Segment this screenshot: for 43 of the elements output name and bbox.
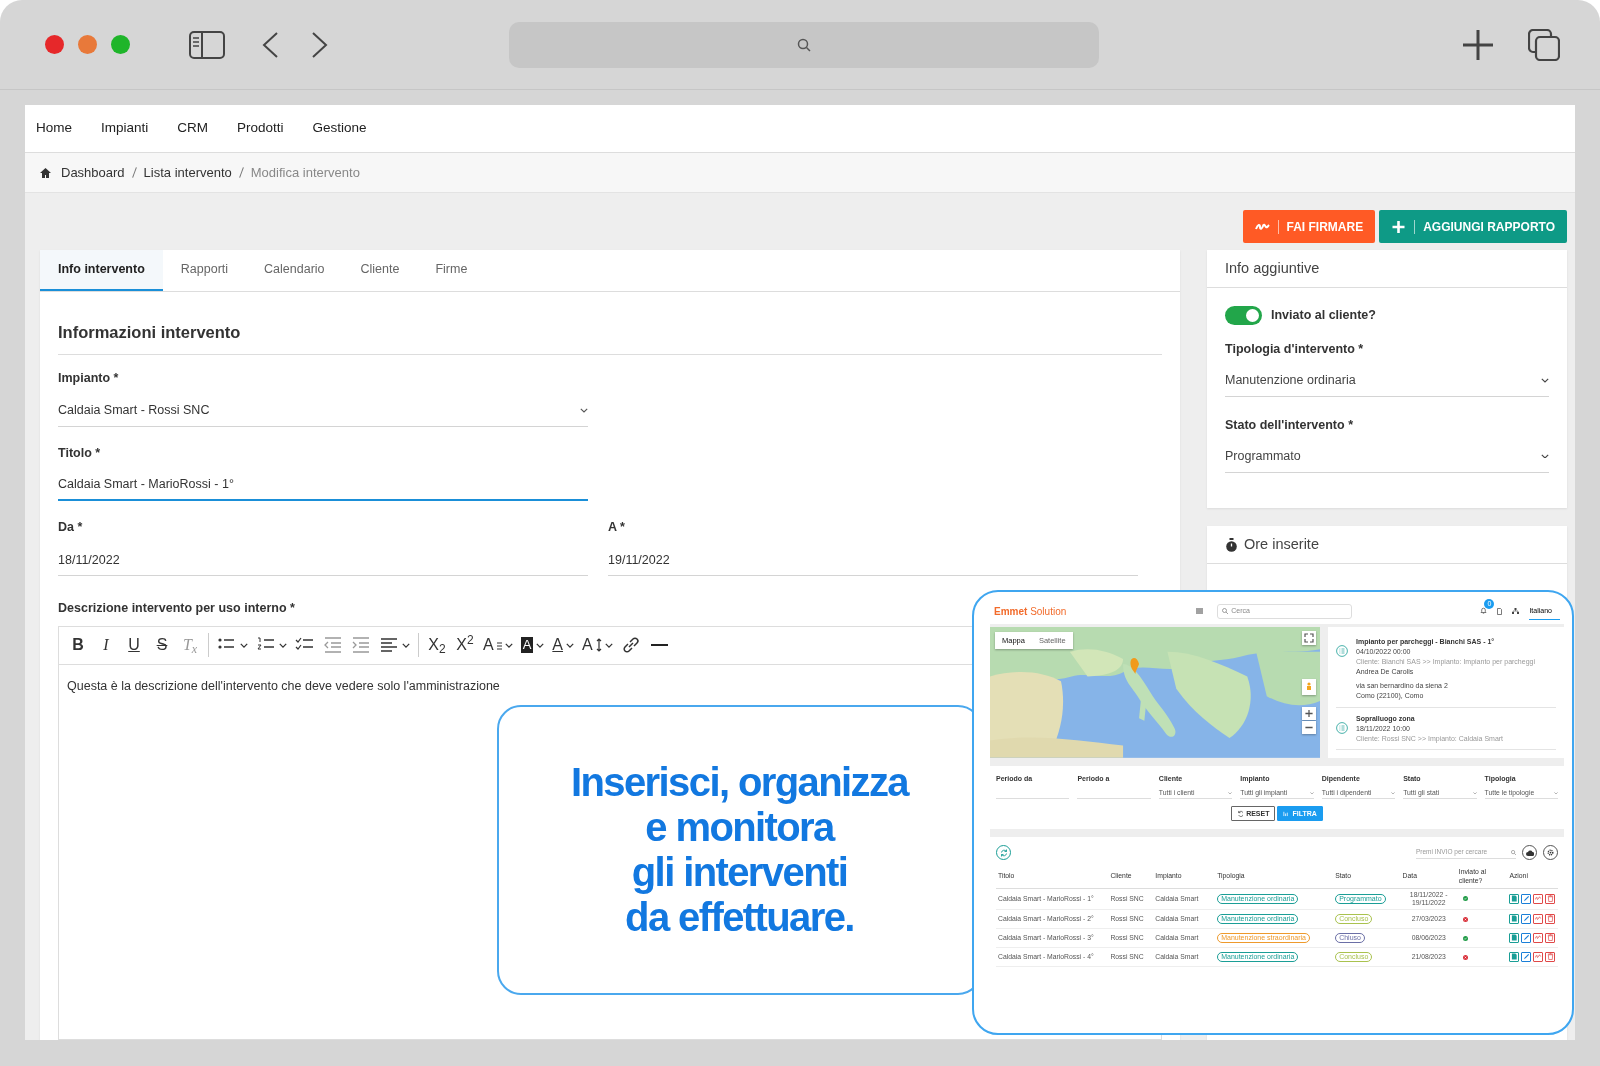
field-label: A *: [608, 519, 626, 537]
input-field[interactable]: Caldaia Smart - MarioRossi - 1°: [58, 470, 588, 502]
tab[interactable]: Rapporti: [162, 250, 247, 291]
text-style-button[interactable]: A: [480, 632, 516, 659]
select-field[interactable]: Caldaia Smart - Rossi SNC: [58, 395, 588, 427]
italic-button[interactable]: I: [93, 632, 119, 659]
nav-link[interactable]: Impianti: [90, 118, 161, 139]
breadcrumb-link[interactable]: Dashboard: [61, 162, 125, 183]
tab[interactable]: Info intervento: [40, 250, 163, 291]
toggle-label: Inviato al cliente?: [1271, 307, 1376, 325]
add-report-button[interactable]: AGGIUNGI RAPPORTO: [1379, 210, 1567, 243]
breadcrumb-current: Modifica intervento: [250, 163, 360, 182]
card-title: Ore inserite: [1244, 534, 1319, 554]
field-label: Impianto *: [58, 369, 120, 387]
field-label: Da *: [58, 519, 84, 537]
nav-link[interactable]: Prodotti: [226, 118, 296, 139]
font-color-button[interactable]: A: [549, 632, 577, 659]
nav-link[interactable]: Home: [25, 118, 84, 139]
input-field[interactable]: 19/11/2022: [608, 545, 1138, 576]
field-label: Tipologia d'intervento *: [1225, 341, 1365, 358]
field-label: Stato dell'intervento *: [1225, 416, 1354, 434]
tab[interactable]: Calendario: [246, 250, 343, 291]
field-label: Descrizione intervento per uso interno *: [58, 600, 295, 617]
underline-button[interactable]: U: [121, 632, 147, 659]
tab[interactable]: Firme: [417, 250, 486, 291]
input-field[interactable]: 18/11/2022: [58, 545, 588, 576]
select-field[interactable]: Manutenzione ordinaria: [1225, 364, 1549, 397]
bold-button[interactable]: B: [65, 632, 91, 659]
field-label: Titolo *: [58, 444, 102, 462]
font-size-button[interactable]: A: [579, 632, 616, 659]
tab[interactable]: Cliente: [342, 250, 418, 291]
editor-text: Questa è la descrizione dell'intervento che deve vedere solo l'amministrazione: [66, 677, 501, 695]
nav-link[interactable]: Gestione: [301, 118, 379, 139]
section-title: Informazioni intervento: [58, 292, 1162, 355]
select-field[interactable]: Programmato: [1225, 440, 1549, 473]
highlight-button[interactable]: A: [517, 632, 548, 659]
headline: Inserisci, organizza e monitora gli interventi da effettuare.: [571, 760, 908, 940]
nav-link[interactable]: CRM: [166, 118, 221, 139]
logo: Emmet Solution: [994, 604, 1067, 619]
subscript-button[interactable]: X$_{2}$: [424, 632, 450, 659]
breadcrumb-link[interactable]: Lista intervento: [143, 162, 232, 183]
superscript-button[interactable]: X$^{2}$: [452, 632, 478, 659]
card-title: Info aggiuntive: [1207, 250, 1567, 288]
